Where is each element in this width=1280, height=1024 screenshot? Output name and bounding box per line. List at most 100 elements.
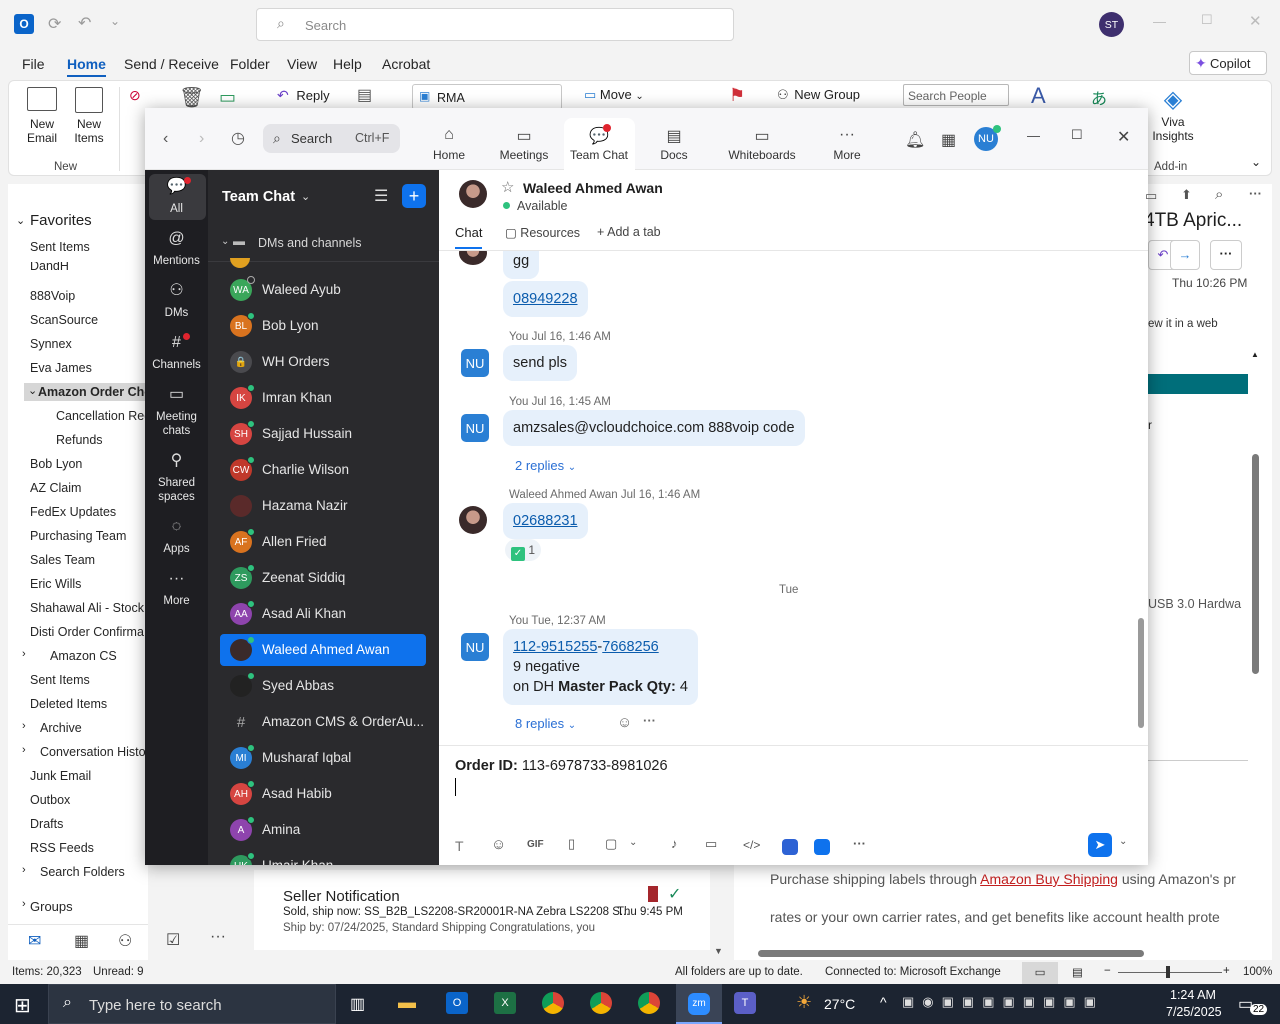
screenshot-icon[interactable]: ▢: [605, 836, 617, 852]
chat-scrollbar-thumb[interactable]: [1138, 618, 1144, 728]
code-icon[interactable]: </>: [743, 838, 760, 852]
phone-link[interactable]: 08949228: [513, 291, 578, 307]
folder-expand-icon[interactable]: ›: [22, 648, 26, 660]
translate-icon[interactable]: あ: [1091, 85, 1107, 109]
ignore-icon[interactable]: ⊘: [129, 87, 141, 104]
folder-item[interactable]: AZ Claim: [30, 481, 81, 495]
file-icon[interactable]: ▯: [568, 836, 575, 852]
forward-icon[interactable]: ›: [199, 130, 204, 148]
message-bubble[interactable]: 08949228: [503, 281, 588, 317]
favorites-header[interactable]: Favorites: [30, 212, 92, 229]
copilot-button[interactable]: ✦ Copilot: [1189, 51, 1267, 75]
search-people-input[interactable]: Search People: [903, 84, 1009, 106]
bell-icon[interactable]: 🔔︎: [905, 130, 925, 150]
calendar-icon[interactable]: ▦: [74, 931, 89, 951]
user-avatar[interactable]: ST: [1099, 12, 1124, 37]
folder-item[interactable]: Junk Email: [30, 769, 91, 783]
message-bubble[interactable]: 112-9515255-7668256 9 negative on DH Mas…: [503, 629, 698, 705]
menu-view[interactable]: View: [287, 56, 317, 72]
folder-item[interactable]: Amazon Order Cho: [24, 383, 154, 401]
more-options-icon[interactable]: ···: [1249, 186, 1262, 201]
reading-view-web-text[interactable]: ew it in a web: [1148, 318, 1218, 330]
contact-item[interactable]: AH Asad Habib: [220, 778, 426, 810]
format-text-icon[interactable]: T: [455, 838, 464, 854]
message-bubble[interactable]: gg: [503, 251, 540, 279]
rail-channels[interactable]: # Channels: [145, 335, 208, 372]
filter-icon[interactable]: ☰: [374, 186, 388, 206]
sync-icon[interactable]: ⟳: [48, 14, 61, 34]
new-group-button[interactable]: ⚇ New Group: [777, 87, 860, 103]
weather-temp[interactable]: 27°C: [824, 996, 855, 1012]
meeting-icon[interactable]: ▤: [357, 85, 372, 105]
rail-shared-spaces[interactable]: ⚲ Shared spaces: [145, 453, 208, 504]
chrome-icon[interactable]: [590, 992, 612, 1014]
reply-button[interactable]: ↶ Reply: [277, 87, 330, 104]
microphone-icon[interactable]: ♪: [671, 836, 678, 851]
move-button[interactable]: ▭ Move ⌄: [584, 87, 644, 103]
rail-mentions[interactable]: @ Mentions: [145, 231, 208, 268]
message-list-item[interactable]: Seller Notification Sold, ship now: SS_B…: [254, 870, 710, 950]
flag-icon[interactable]: ⚑: [729, 85, 745, 106]
folder-item[interactable]: Refunds: [56, 433, 103, 447]
folder-item[interactable]: Conversation History: [40, 745, 156, 759]
contact-item[interactable]: AA Asad Ali Khan: [220, 598, 426, 630]
folder-item[interactable]: Amazon CS: [50, 649, 117, 663]
phone-link[interactable]: 02688231: [513, 513, 578, 529]
rail-dms[interactable]: ⚇ DMs: [145, 283, 208, 320]
tab-team-chat[interactable]: 💬 Team Chat: [564, 126, 634, 162]
reading-vscroll[interactable]: ▲: [1250, 350, 1260, 940]
search-icon[interactable]: ⌕: [1215, 186, 1223, 203]
folder-item[interactable]: Outbox: [30, 793, 70, 807]
menu-acrobat[interactable]: Acrobat: [382, 56, 430, 72]
chat-contact-name[interactable]: Waleed Ahmed Awan: [523, 180, 663, 196]
reading-forward-button[interactable]: →: [1170, 240, 1200, 270]
contact-item[interactable]: IK Imran Khan: [220, 382, 426, 414]
contact-item[interactable]: BL Bob Lyon: [220, 310, 426, 342]
folder-item[interactable]: Archive: [40, 721, 82, 735]
contact-item[interactable]: UKUmair Khan: [220, 850, 426, 865]
chrome-icon[interactable]: [542, 992, 564, 1014]
folder-item[interactable]: Bob Lyon: [30, 457, 82, 471]
folder-item[interactable]: Groups: [30, 899, 73, 914]
buy-shipping-link[interactable]: Amazon Buy Shipping: [980, 871, 1118, 887]
people-icon[interactable]: ⚇: [118, 931, 132, 951]
chevron-down-icon[interactable]: ⌄: [301, 190, 310, 203]
more-actions-icon[interactable]: ···: [643, 713, 656, 728]
chevron-down-icon[interactable]: ⌄: [629, 837, 637, 848]
tab-whiteboards[interactable]: ▭ Whiteboards: [717, 126, 807, 162]
rail-all[interactable]: 💬 All: [145, 179, 208, 216]
section-chevron-icon[interactable]: ⌄: [221, 236, 229, 247]
send-button[interactable]: ➤: [1088, 833, 1112, 857]
view-reading-icon[interactable]: ▤: [1072, 965, 1083, 979]
taskbar-search[interactable]: ⌕ Type here to search: [48, 984, 336, 1024]
folder-item[interactable]: Synnex: [30, 337, 72, 351]
reading-hscroll[interactable]: [744, 948, 1244, 958]
more-icon[interactable]: ···: [853, 836, 866, 851]
menu-folder[interactable]: Folder: [230, 56, 270, 72]
contact-item[interactable]: Syed Abbas: [220, 670, 426, 702]
delete-icon[interactable]: 🗑: [179, 85, 204, 110]
contact-item[interactable]: AF Allen Fried: [220, 526, 426, 558]
maximize-icon[interactable]: ☐: [1071, 127, 1083, 143]
folder-item[interactable]: Eva James: [30, 361, 92, 375]
video-message-icon[interactable]: ▭: [705, 836, 717, 852]
chat-tab-resources[interactable]: ▢ Resources: [505, 225, 580, 240]
folder-item[interactable]: Sent Items: [30, 240, 90, 254]
gif-icon[interactable]: GIF: [527, 839, 544, 850]
zoom-in-icon[interactable]: +: [1223, 965, 1230, 977]
message-bubble[interactable]: send pls: [503, 345, 578, 381]
emoji-reaction-icon[interactable]: ☺: [617, 714, 632, 731]
contact-item[interactable]: Hazama Nazir: [220, 490, 426, 522]
folder-item[interactable]: Eric Wills: [30, 577, 81, 591]
folder-item[interactable]: Sales Team: [30, 553, 95, 567]
video-call-icon[interactable]: ▭: [1145, 188, 1157, 204]
history-icon[interactable]: ◷: [231, 128, 245, 148]
app-icon[interactable]: [814, 839, 830, 855]
star-icon[interactable]: ☆: [501, 178, 514, 196]
menu-send-receive[interactable]: Send / Receive: [124, 56, 219, 72]
read-aloud-icon[interactable]: A: [1031, 83, 1046, 109]
message-bubble[interactable]: amzsales@vcloudchoice.com 888voip code: [503, 410, 805, 446]
zoom-slider[interactable]: [1118, 972, 1222, 973]
tasks-icon[interactable]: ☑: [166, 930, 180, 950]
rail-apps[interactable]: ◌ Apps: [145, 519, 208, 556]
